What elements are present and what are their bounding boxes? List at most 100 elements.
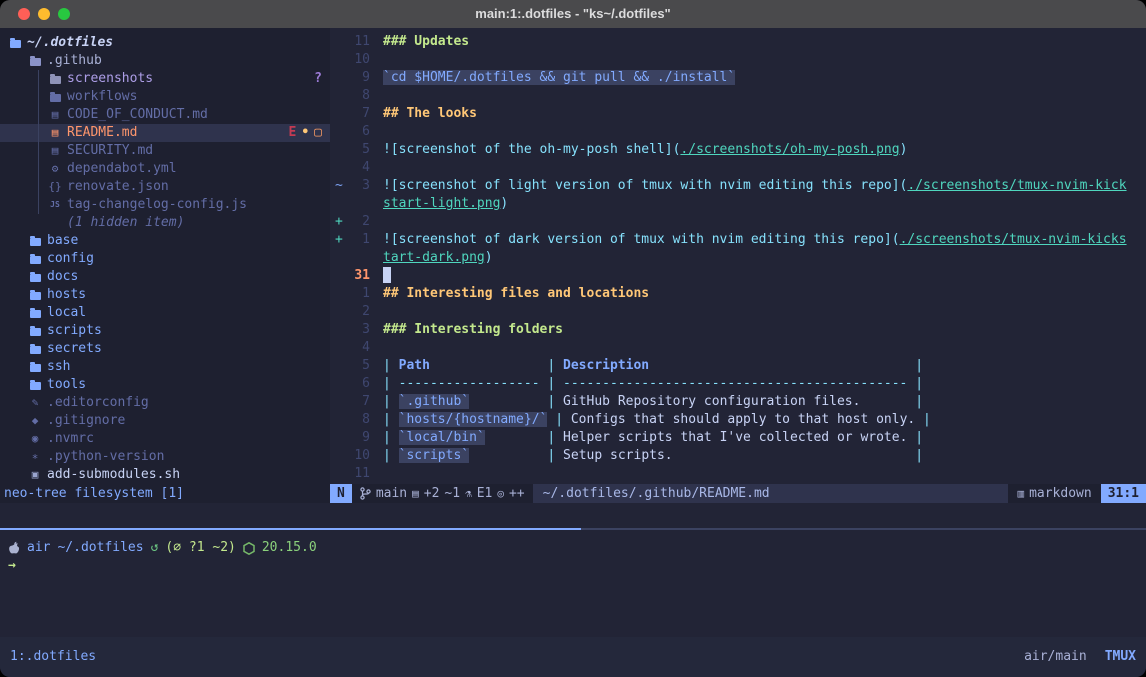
sign-column — [330, 195, 346, 213]
tree-item--1-hidden-item-[interactable]: (1 hidden item) — [0, 214, 330, 232]
line-text: | ------------------ | -----------------… — [383, 375, 923, 393]
tree-item-secrets[interactable]: secrets — [0, 340, 330, 358]
tmux-session-label: air/main — [1024, 648, 1087, 666]
editor-line[interactable]: 8 — [330, 87, 1146, 105]
tree-item--dotfiles[interactable]: ~/.dotfiles — [0, 34, 330, 52]
tree-item-scripts[interactable]: scripts — [0, 322, 330, 340]
line-number: 11 — [346, 465, 370, 483]
editor-line[interactable]: +1![screenshot of dark version of tmux w… — [330, 231, 1146, 249]
tree-item-label: tools — [47, 376, 86, 394]
minimize-button[interactable] — [38, 8, 50, 20]
sign-column — [330, 285, 346, 303]
tree-item-local[interactable]: local — [0, 304, 330, 322]
tmux-window-label[interactable]: 1:.dotfiles — [10, 648, 96, 666]
editor-line[interactable]: 4 — [330, 159, 1146, 177]
tree-item-label: ~/.dotfiles — [27, 34, 113, 52]
tree-item-ssh[interactable]: ssh — [0, 358, 330, 376]
shell-pane[interactable]: air ~/.dotfiles ↺ (⌀ ?1 ~2) 20.15.0 → — [0, 503, 1146, 637]
editor-line[interactable]: 5| Path | Description | — [330, 357, 1146, 375]
line-number: 7 — [346, 105, 370, 123]
tree-item-tag-changelog-config-js[interactable]: JStag-changelog-config.js — [0, 196, 330, 214]
sign-column — [330, 33, 346, 51]
line-number: 7 — [346, 393, 370, 411]
indent-guide — [38, 70, 39, 88]
tree-item-screenshots[interactable]: screenshots? — [0, 70, 330, 88]
tree-item-label: renovate.json — [67, 178, 169, 196]
tree-item-label: hosts — [47, 286, 86, 304]
titlebar[interactable]: main:1:.dotfiles - "ks~/.dotfiles" — [0, 0, 1146, 28]
editor-line[interactable]: 4 — [330, 339, 1146, 357]
tree-item-tools[interactable]: tools — [0, 376, 330, 394]
line-number: 9 — [346, 429, 370, 447]
sign-column — [330, 339, 346, 357]
editor-line[interactable]: 11 — [330, 465, 1146, 483]
tree-item-readme-md[interactable]: ▤README.mdE•▢ — [0, 124, 330, 142]
line-number: 9 — [346, 69, 370, 87]
close-button[interactable] — [18, 8, 30, 20]
line-number: 8 — [346, 87, 370, 105]
tmux-status-bar: 1:.dotfiles air/main TMUX — [0, 637, 1146, 677]
tree-item-docs[interactable]: docs — [0, 268, 330, 286]
tree-item-code-of-conduct-md[interactable]: ▤CODE_OF_CONDUCT.md — [0, 106, 330, 124]
editor-line[interactable]: +2 — [330, 213, 1146, 231]
git-segment: main▤+2~1⚗E1◎++ — [352, 485, 533, 503]
tree-item-hosts[interactable]: hosts — [0, 286, 330, 304]
editor-line[interactable]: 1## Interesting files and locations — [330, 285, 1146, 303]
editor-line[interactable]: 10| `scripts` | Setup scripts. | — [330, 447, 1146, 465]
indent-guide — [38, 142, 39, 160]
editor-line[interactable]: ~3![screenshot of light version of tmux … — [330, 177, 1146, 195]
tree-item-label: secrets — [47, 340, 102, 358]
tree-item-config[interactable]: config — [0, 250, 330, 268]
tree-item-badges: E•▢ — [289, 124, 322, 142]
line-number: 2 — [346, 213, 370, 231]
neo-tree-sidebar: ~/.dotfiles.githubscreenshots?workflows▤… — [0, 28, 330, 484]
tree-item--python-version[interactable]: ∗.python-version — [0, 448, 330, 466]
editor-buffer[interactable]: 11### Updates 10 9 `cd $HOME/.dotfiles &&… — [330, 28, 1146, 484]
editor-line[interactable]: 8| `hosts/{hostname}/` | Configs that sh… — [330, 411, 1146, 429]
zoom-button[interactable] — [58, 8, 70, 20]
tree-item--editorconfig[interactable]: ✎.editorconfig — [0, 394, 330, 412]
editor-line[interactable]: 9 `cd $HOME/.dotfiles && git pull && ./in… — [330, 69, 1146, 87]
editor-line[interactable]: 10 — [330, 51, 1146, 69]
tree-item-security-md[interactable]: ▤SECURITY.md — [0, 142, 330, 160]
tree-item-workflows[interactable]: workflows — [0, 88, 330, 106]
line-text: ![screenshot of light version of tmux wi… — [383, 177, 1127, 195]
folder-icon — [28, 272, 42, 282]
editor-line[interactable]: 7| `.github` | GitHub Repository configu… — [330, 393, 1146, 411]
line-text: `cd $HOME/.dotfiles && git pull && ./ins… — [383, 69, 735, 87]
apple-icon — [8, 541, 20, 555]
status-badge: E — [289, 124, 297, 142]
tree-item-dependabot-yml[interactable]: ⚙dependabot.yml — [0, 160, 330, 178]
gitsign-change: ~ — [330, 177, 346, 195]
editor-line[interactable]: 6 — [330, 123, 1146, 141]
markdown-file-icon: ▤ — [48, 106, 62, 124]
tree-item--nvmrc[interactable]: ◉.nvmrc — [0, 430, 330, 448]
editor-line[interactable]: 3 ### Interesting folders — [330, 321, 1146, 339]
status-row: neo-tree filesystem [1] N main▤+2~1⚗E1◎+… — [0, 484, 1146, 503]
line-text: | `hosts/{hostname}/` | Configs that sho… — [383, 411, 931, 429]
sign-column — [330, 321, 346, 339]
editor-line[interactable]: tart-dark.png) — [330, 249, 1146, 267]
sign-column — [330, 303, 346, 321]
editor-line[interactable]: start-light.png) — [330, 195, 1146, 213]
tree-item-base[interactable]: base — [0, 232, 330, 250]
tree-item-add-submodules-sh[interactable]: ▣add-submodules.sh — [0, 466, 330, 484]
line-text: ### Interesting folders — [383, 321, 563, 339]
editor-line[interactable]: 5![screenshot of the oh-my-posh shell](.… — [330, 141, 1146, 159]
editor-line[interactable]: 11### Updates — [330, 33, 1146, 51]
editor-line[interactable]: 9| `local/bin` | Helper scripts that I'v… — [330, 429, 1146, 447]
sign-column — [330, 411, 346, 429]
editor-line[interactable]: 7## The looks — [330, 105, 1146, 123]
tree-item--github[interactable]: .github — [0, 52, 330, 70]
tree-item--gitignore[interactable]: ◆.gitignore — [0, 412, 330, 430]
editor-line[interactable]: 2 — [330, 303, 1146, 321]
tree-item-renovate-json[interactable]: {}renovate.json — [0, 178, 330, 196]
git-branch-icon — [360, 487, 371, 500]
editor-line[interactable]: 6| ------------------ | ----------------… — [330, 375, 1146, 393]
line-number: 3 — [346, 321, 370, 339]
editor-line[interactable]: 31 — [330, 267, 1146, 285]
line-number: 10 — [346, 51, 370, 69]
tree-item-label: README.md — [67, 124, 137, 142]
node-version: 20.15.0 — [262, 539, 317, 557]
tmux-pane-divider[interactable] — [0, 528, 1146, 530]
